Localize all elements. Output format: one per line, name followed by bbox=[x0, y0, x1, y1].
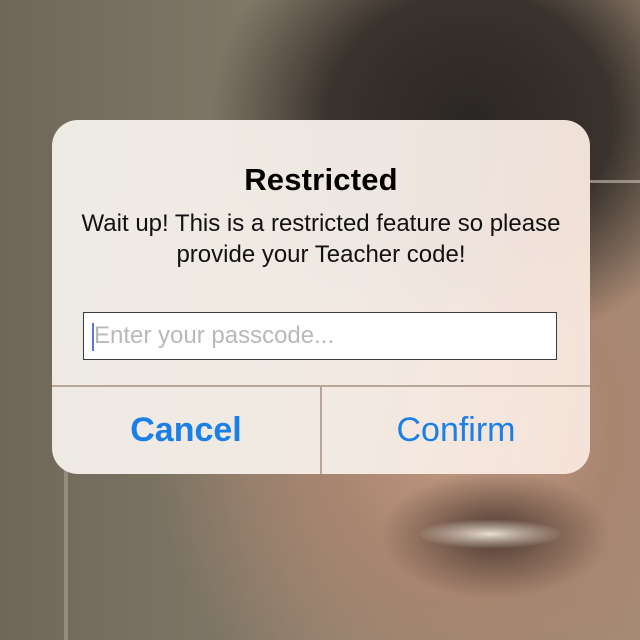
alert-message: Wait up! This is a restricted feature so… bbox=[81, 210, 561, 268]
background-photo-highlight bbox=[420, 520, 560, 548]
restricted-alert-dialog: Restricted Wait up! This is a restricted… bbox=[52, 120, 590, 474]
background-frame-line bbox=[590, 180, 640, 183]
text-cursor bbox=[92, 323, 94, 351]
passcode-input[interactable] bbox=[83, 312, 557, 360]
background-frame-line bbox=[64, 470, 68, 640]
confirm-button[interactable]: Confirm bbox=[322, 386, 590, 474]
cancel-button[interactable]: Cancel bbox=[52, 386, 320, 474]
alert-title: Restricted bbox=[244, 162, 398, 197]
